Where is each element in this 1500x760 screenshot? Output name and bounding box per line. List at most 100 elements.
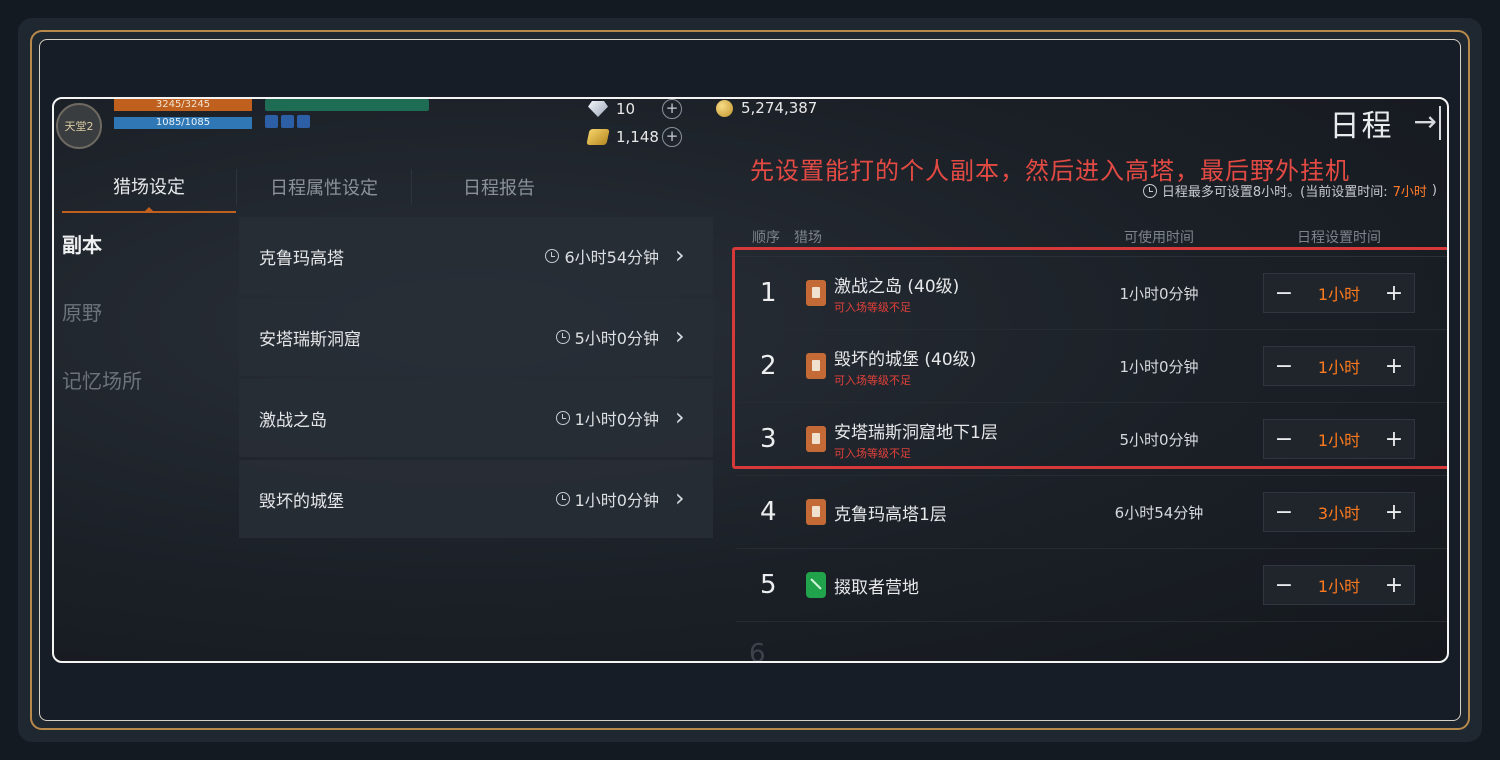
schedule-table: 顺序 猎场 可使用时间 日程设置时间 1 激战之岛 (40级) 可入场等级不足 1… — [736, 217, 1447, 622]
schedule-row[interactable]: 5 掇取者营地 − 1小时 + — [736, 549, 1447, 622]
chevron-right-icon[interactable]: › — [675, 324, 695, 349]
header-available: 可使用时间 — [1124, 229, 1194, 246]
zone-name: 毁坏的城堡 (40级) — [834, 349, 977, 370]
schedule-limit-note: 日程最多可设置8小时。(当前设置时间: 7小时) — [1142, 181, 1437, 200]
header-order: 顺序 — [752, 229, 780, 246]
dungeon-time: 6小时54分钟 — [545, 244, 659, 268]
time-stepper: − 1小时 + — [1263, 565, 1415, 605]
mp-bar: 1085/1085 — [114, 117, 252, 129]
exit-icon[interactable]: → — [1414, 106, 1441, 140]
add-diamond-button[interactable]: + — [662, 99, 682, 119]
dungeon-icon — [806, 499, 826, 525]
chevron-right-icon[interactable]: › — [675, 243, 695, 268]
row-order: 5 — [760, 570, 777, 600]
decrease-button[interactable]: − — [1274, 500, 1294, 525]
time-stepper: − 1小时 + — [1263, 273, 1415, 313]
clock-icon — [555, 411, 570, 425]
avatar[interactable]: 天堂2 — [56, 103, 102, 149]
stepper-value: 1小时 — [1317, 431, 1361, 450]
dungeon-time-value: 6小时54分钟 — [564, 248, 659, 267]
row-available: 1小时0分钟 — [1119, 357, 1199, 376]
zone-name: 克鲁玛高塔1层 — [834, 504, 947, 525]
time-stepper: − 3小时 + — [1263, 492, 1415, 532]
schedule-row[interactable]: 2 毁坏的城堡 (40级) 可入场等级不足 1小时0分钟 − 1小时 + — [736, 330, 1447, 403]
dungeon-name: 克鲁玛高塔 — [259, 248, 344, 269]
schedule-header: 顺序 猎场 可使用时间 日程设置时间 — [736, 217, 1447, 257]
dungeon-name: 安塔瑞斯洞窟 — [259, 329, 361, 350]
decrease-button[interactable]: − — [1274, 354, 1294, 379]
row-order-partial: 6 — [749, 639, 766, 663]
row-set: − 1小时 + — [1244, 565, 1434, 605]
diamond-count: 10 — [616, 100, 636, 118]
decrease-button[interactable]: − — [1274, 427, 1294, 452]
game-screen: 天堂2 3245/3245 1085/1085 10 + 1,148 + 5,2… — [52, 97, 1449, 663]
zone-warning: 可入场等级不足 — [834, 446, 911, 460]
dungeon-icon — [806, 426, 826, 452]
dungeon-time-value: 1小时0分钟 — [574, 491, 659, 510]
decrease-button[interactable]: − — [1274, 281, 1294, 306]
gold-bar-icon — [586, 129, 610, 145]
row-set: − 1小时 + — [1244, 419, 1434, 459]
buff-icons — [265, 99, 429, 111]
increase-button[interactable]: + — [1384, 281, 1404, 306]
dungeon-row[interactable]: 克鲁玛高塔 6小时54分钟 › — [239, 217, 713, 295]
dungeon-row[interactable]: 激战之岛 1小时0分钟 › — [239, 379, 713, 457]
stepper-value: 1小时 — [1317, 358, 1361, 377]
dungeon-name: 激战之岛 — [259, 410, 327, 431]
row-set: − 3小时 + — [1244, 492, 1434, 532]
limit-note-suffix: ) — [1431, 183, 1437, 198]
zone-name: 激战之岛 (40级) — [834, 276, 960, 297]
clock-icon — [545, 249, 560, 263]
row-order: 2 — [760, 351, 777, 381]
row-order: 1 — [760, 278, 777, 308]
tab-schedule-attributes[interactable]: 日程属性设定 — [237, 161, 411, 213]
stepper-value: 3小时 — [1317, 504, 1361, 523]
gold-coin-currency: 5,274,387 — [716, 99, 817, 117]
header-zone: 猎场 — [794, 229, 822, 246]
header-set: 日程设置时间 — [1297, 229, 1381, 246]
clock-icon — [1142, 183, 1157, 198]
increase-button[interactable]: + — [1384, 500, 1404, 525]
row-zone: 克鲁玛高塔1层 — [794, 499, 1074, 525]
side-nav: 副本 原野 记忆场所 — [62, 229, 232, 433]
dungeon-row[interactable]: 毁坏的城堡 1小时0分钟 › — [239, 460, 713, 538]
clock-icon — [555, 492, 570, 506]
tab-schedule-report[interactable]: 日程报告 — [412, 161, 586, 213]
limit-note-prefix: 日程最多可设置8小时。(当前设置时间: — [1161, 185, 1388, 200]
diamond-icon — [588, 101, 608, 117]
row-zone: 掇取者营地 — [794, 572, 1074, 598]
tab-bar: 猎场设定 日程属性设定 日程报告 — [62, 161, 586, 213]
gold-coin-icon — [716, 99, 733, 117]
chevron-right-icon[interactable]: › — [675, 486, 695, 511]
dungeon-icon — [806, 280, 826, 306]
time-stepper: − 1小时 + — [1263, 419, 1415, 459]
diamond-currency: 10 + — [588, 99, 682, 119]
increase-button[interactable]: + — [1384, 573, 1404, 598]
title-area: 日程 → — [1330, 101, 1441, 145]
dungeon-row[interactable]: 安塔瑞斯洞窟 5小时0分钟 › — [239, 298, 713, 376]
decrease-button[interactable]: − — [1274, 573, 1294, 598]
dungeon-time-value: 1小时0分钟 — [574, 410, 659, 429]
add-gold-bar-button[interactable]: + — [662, 127, 682, 147]
row-available: 1小时0分钟 — [1119, 284, 1199, 303]
row-zone: 激战之岛 (40级) 可入场等级不足 — [794, 272, 1074, 315]
chevron-right-icon[interactable]: › — [675, 405, 695, 430]
increase-button[interactable]: + — [1384, 427, 1404, 452]
increase-button[interactable]: + — [1384, 354, 1404, 379]
side-item-dungeon[interactable]: 副本 — [62, 229, 232, 297]
schedule-row[interactable]: 4 克鲁玛高塔1层 6小时54分钟 − 3小时 + — [736, 476, 1447, 549]
row-set: − 1小时 + — [1244, 273, 1434, 313]
side-item-field[interactable]: 原野 — [62, 297, 232, 365]
tab-hunting-settings[interactable]: 猎场设定 — [62, 161, 236, 213]
gold-bar-currency: 1,148 + — [586, 127, 682, 147]
avatar-label: 天堂2 — [64, 120, 94, 133]
row-zone: 毁坏的城堡 (40级) 可入场等级不足 — [794, 345, 1074, 388]
side-item-memory-place[interactable]: 记忆场所 — [62, 365, 232, 433]
row-available: 5小时0分钟 — [1119, 430, 1199, 449]
schedule-row[interactable]: 3 安塔瑞斯洞窟地下1层 可入场等级不足 5小时0分钟 − 1小时 + — [736, 403, 1447, 476]
row-set: − 1小时 + — [1244, 346, 1434, 386]
zone-warning: 可入场等级不足 — [834, 373, 911, 387]
dungeon-list: 克鲁玛高塔 6小时54分钟 › 安塔瑞斯洞窟 5小时0分钟 › 激战之岛 1小时… — [239, 217, 713, 541]
gold-coin-count: 5,274,387 — [741, 99, 818, 117]
schedule-row[interactable]: 1 激战之岛 (40级) 可入场等级不足 1小时0分钟 − 1小时 + — [736, 257, 1447, 330]
